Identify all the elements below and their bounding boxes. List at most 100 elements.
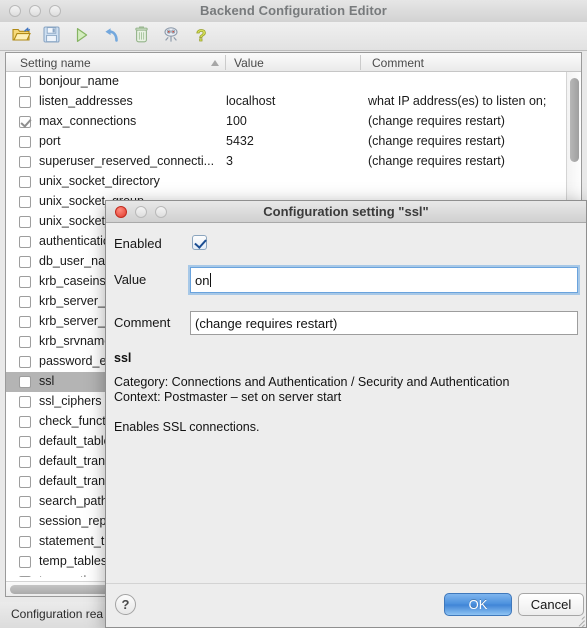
table-row[interactable]: unix_socket_directory <box>6 172 566 192</box>
dialog-footer: ? OK Cancel <box>106 583 586 627</box>
row-checkbox[interactable] <box>19 536 31 548</box>
cell-setting-name: default_trans <box>39 454 112 468</box>
dialog-resize-grip[interactable] <box>571 612 585 627</box>
sort-ascending-icon[interactable] <box>211 60 219 66</box>
enabled-row: Enabled <box>106 235 586 253</box>
table-row[interactable]: port 5432 (change requires restart) <box>6 132 566 152</box>
row-checkbox[interactable] <box>19 236 31 248</box>
cell-setting-name: transaction_i <box>39 574 110 577</box>
row-checkbox[interactable] <box>19 96 31 108</box>
main-window-title: Backend Configuration Editor <box>200 3 387 18</box>
row-checkbox[interactable] <box>19 276 31 288</box>
row-checkbox[interactable] <box>19 216 31 228</box>
comment-input[interactable]: (change requires restart) <box>190 311 578 335</box>
trash-button[interactable] <box>126 24 156 48</box>
cell-setting-name: temp_tablesp <box>39 554 115 568</box>
table-row[interactable]: listen_addresses localhost what IP address… <box>6 92 566 112</box>
row-checkbox[interactable] <box>19 516 31 528</box>
cell-setting-name: statement_ti <box>39 534 108 548</box>
table-row[interactable]: superuser_reserved_connecti... 3 (change r… <box>6 152 566 172</box>
table-header-row: Setting name Value Comment <box>6 53 581 72</box>
row-checkbox[interactable] <box>19 296 31 308</box>
row-checkbox[interactable] <box>19 436 31 448</box>
dialog-body: Enabled Value on Comment (change require… <box>106 223 586 583</box>
debug-button[interactable] <box>156 24 186 48</box>
row-checkbox[interactable] <box>19 396 31 408</box>
bug-icon <box>162 26 180 46</box>
setting-category: Category: Connections and Authentication… <box>114 375 510 389</box>
cell-setting-name: db_user_nam <box>39 254 116 268</box>
row-checkbox[interactable] <box>19 416 31 428</box>
row-checkbox[interactable] <box>19 136 31 148</box>
trash-icon <box>134 26 149 46</box>
dialog-help-button[interactable]: ? <box>115 594 136 615</box>
value-row: Value on <box>106 267 586 293</box>
comment-input-text: (change requires restart) <box>195 315 338 331</box>
save-disk-icon <box>42 26 60 46</box>
row-checkbox[interactable] <box>19 256 31 268</box>
row-checkbox[interactable] <box>19 456 31 468</box>
column-divider[interactable] <box>360 55 361 70</box>
run-button[interactable] <box>66 24 96 48</box>
row-checkbox[interactable] <box>19 156 31 168</box>
row-checkbox[interactable] <box>19 476 31 488</box>
row-checkbox[interactable] <box>19 196 31 208</box>
row-checkbox[interactable] <box>19 556 31 568</box>
row-checkbox[interactable] <box>19 496 31 508</box>
row-checkbox[interactable] <box>19 376 31 388</box>
comment-label: Comment <box>114 315 171 330</box>
row-checkbox[interactable] <box>19 76 31 88</box>
cell-setting-name: krb_server_h <box>39 294 112 308</box>
open-folder-button[interactable] <box>6 24 36 48</box>
table-row[interactable]: max_connections 100 (change requires resta… <box>6 112 566 132</box>
setting-context: Context: Postmaster – set on server star… <box>114 390 342 404</box>
dialog-title: Configuration setting "ssl" <box>263 204 429 219</box>
cell-setting-name: password_er <box>39 354 111 368</box>
cell-comment: (change requires restart) <box>368 154 505 168</box>
cell-setting-name: port <box>39 134 61 148</box>
cell-setting-name: superuser_reserved_connecti... <box>39 154 215 168</box>
cell-value: 100 <box>226 114 247 128</box>
cell-setting-name: max_connections <box>39 114 137 128</box>
row-checkbox[interactable] <box>19 576 31 577</box>
value-input-text: on <box>195 272 210 288</box>
enabled-label: Enabled <box>114 236 162 251</box>
undo-arrow-icon <box>102 27 120 46</box>
column-header-value[interactable]: Value <box>234 56 264 70</box>
row-checkbox[interactable] <box>19 316 31 328</box>
save-button[interactable] <box>36 24 66 48</box>
cell-setting-name: krb_server_k <box>39 314 112 328</box>
configuration-setting-dialog: Configuration setting "ssl" Enabled Valu… <box>105 200 587 628</box>
cell-comment: (change requires restart) <box>368 134 505 148</box>
cell-setting-name: krb_caseins <box>39 274 106 288</box>
cell-setting-name: ssl_ciphers <box>39 394 102 408</box>
value-input[interactable]: on <box>190 267 578 293</box>
enabled-checkbox[interactable] <box>192 235 207 250</box>
status-message: Configuration rea <box>11 607 104 621</box>
help-question-icon: ? <box>194 25 209 47</box>
column-header-setting-name[interactable]: Setting name <box>20 56 91 70</box>
cell-setting-name: unix_socket_ <box>39 214 112 228</box>
application-window: Backend Configuration Editor ? Setting n… <box>0 0 587 628</box>
main-window-titlebar: Backend Configuration Editor <box>0 0 587 23</box>
cell-setting-name: listen_addresses <box>39 94 133 108</box>
undo-button[interactable] <box>96 24 126 48</box>
row-checkbox[interactable] <box>19 116 31 128</box>
column-divider[interactable] <box>225 55 226 70</box>
row-checkbox[interactable] <box>19 176 31 188</box>
cell-setting-name: krb_srvname <box>39 334 112 348</box>
cell-setting-name: search_path <box>39 494 108 508</box>
column-header-comment[interactable]: Comment <box>372 56 424 70</box>
row-checkbox[interactable] <box>19 336 31 348</box>
row-checkbox[interactable] <box>19 356 31 368</box>
cell-setting-name: ssl <box>39 374 55 388</box>
cell-setting-name: unix_socket_directory <box>39 174 160 188</box>
help-button[interactable]: ? <box>186 24 216 48</box>
table-row[interactable]: bonjour_name <box>6 72 566 92</box>
dialog-titlebar: Configuration setting "ssl" <box>106 201 586 223</box>
ok-button[interactable]: OK <box>444 593 512 616</box>
cell-setting-name: default_table <box>39 434 111 448</box>
vertical-scroll-thumb[interactable] <box>570 78 579 162</box>
cell-setting-name: check_functi <box>39 414 109 428</box>
svg-text:?: ? <box>196 26 206 44</box>
